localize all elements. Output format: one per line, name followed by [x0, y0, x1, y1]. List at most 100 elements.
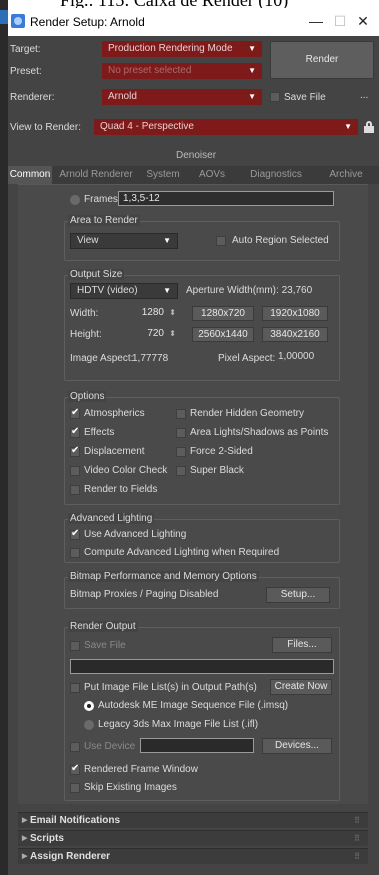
height-value: 720 [147, 328, 164, 339]
force-2-sided-label: Force 2-Sided [190, 446, 253, 457]
displacement-label: Displacement [84, 446, 145, 457]
preset-2560x1440-button[interactable]: 2560x1440 [192, 327, 254, 342]
rollout-label: Scripts [30, 833, 64, 844]
title-bar[interactable]: Render Setup: Arnold — ☐ ✕ [8, 8, 379, 36]
renderer-value: Arnold [108, 91, 137, 102]
renderer-dropdown[interactable]: Arnold ▼ [102, 89, 262, 105]
tab-arnold-renderer[interactable]: Arnold Renderer [54, 166, 138, 184]
rollout-assign-renderer[interactable]: ▶ Assign Renderer ⠿ [18, 848, 368, 864]
effects-label: Effects [84, 427, 115, 438]
output-size-dropdown[interactable]: HDTV (video) ▼ [70, 283, 178, 299]
use-advanced-lighting-checkbox[interactable] [70, 528, 80, 540]
super-black-label: Super Black [190, 465, 244, 476]
options-title: Options [68, 391, 107, 402]
device-field[interactable] [140, 738, 254, 753]
common-panel: Frames 1,3,5-12 Area to Render View ▼ Au… [18, 184, 368, 804]
target-dropdown[interactable]: Production Rendering Mode ▼ [102, 41, 262, 57]
effects-checkbox[interactable] [70, 426, 80, 438]
chevron-down-icon: ▼ [248, 66, 256, 75]
files-button[interactable]: Files... [272, 637, 332, 653]
super-black-checkbox[interactable] [176, 466, 186, 476]
tab-bar: Common Arnold Renderer System AOVs Diagn… [8, 166, 379, 184]
lock-icon[interactable] [364, 121, 374, 133]
put-image-list-label: Put Image File List(s) in Output Path(s) [84, 682, 257, 693]
chevron-down-icon: ▼ [248, 44, 256, 53]
tab-diagnostics[interactable]: Diagnostics [238, 166, 314, 184]
width-spinner[interactable]: 1280 ⬍ [118, 306, 180, 320]
rollout-scripts[interactable]: ▶ Scripts ⠿ [18, 830, 368, 846]
grip-icon: ⠿ [354, 852, 360, 861]
autodesk-me-label: Autodesk ME Image Sequence File (.imsq) [98, 700, 289, 711]
aperture-width: Aperture Width(mm): 23,760 [186, 285, 313, 296]
grip-icon: ⠿ [354, 816, 360, 825]
preset-1280x720-button[interactable]: 1280x720 [192, 306, 254, 321]
render-setup-app-icon [11, 14, 25, 28]
frames-radio[interactable] [70, 195, 80, 205]
maximize-button[interactable]: ☐ [328, 12, 352, 30]
close-button[interactable]: ✕ [351, 12, 375, 30]
spinner-arrows-icon[interactable]: ⬍ [169, 327, 176, 341]
chevron-down-icon: ▼ [248, 92, 256, 101]
width-value: 1280 [141, 307, 164, 318]
area-lights-points-label: Area Lights/Shadows as Points [190, 427, 329, 438]
auto-region-label: Auto Region Selected [232, 235, 329, 246]
area-dropdown[interactable]: View ▼ [70, 233, 178, 249]
bitmap-status: Bitmap Proxies / Paging Disabled [70, 589, 219, 600]
rendered-frame-window-checkbox[interactable] [70, 763, 80, 775]
advanced-lighting-title: Advanced Lighting [68, 513, 155, 524]
renderer-label: Renderer: [10, 92, 55, 103]
displacement-checkbox[interactable] [70, 445, 80, 457]
render-hidden-geometry-checkbox[interactable] [176, 409, 186, 419]
devices-button[interactable]: Devices... [262, 738, 332, 754]
render-button[interactable]: Render [270, 41, 374, 79]
skip-existing-images-checkbox[interactable] [70, 783, 80, 793]
render-hidden-geometry-label: Render Hidden Geometry [190, 408, 304, 419]
spinner-arrows-icon[interactable]: ⬍ [169, 306, 176, 320]
legacy-ifl-radio[interactable] [84, 720, 94, 730]
minimize-button[interactable]: — [304, 12, 328, 30]
pixel-aspect-value[interactable]: 1,00000 [278, 351, 314, 362]
area-lights-points-checkbox[interactable] [176, 428, 186, 438]
frames-input[interactable]: 1,3,5-12 [118, 191, 334, 206]
video-color-check-label: Video Color Check [84, 465, 168, 476]
height-spinner[interactable]: 720 ⬍ [118, 327, 180, 341]
rollout-email-notifications[interactable]: ▶ Email Notifications ⠿ [18, 812, 368, 828]
chevron-down-icon: ▼ [163, 236, 171, 245]
tab-archive[interactable]: Archive [316, 166, 376, 184]
force-2-sided-checkbox[interactable] [176, 447, 186, 457]
render-to-fields-checkbox[interactable] [70, 485, 80, 495]
atmospherics-checkbox[interactable] [70, 407, 80, 419]
tab-system[interactable]: System [140, 166, 186, 184]
chevron-down-icon: ▼ [163, 286, 171, 295]
preset-dropdown[interactable]: No preset selected ▼ [102, 63, 262, 79]
skip-existing-images-label: Skip Existing Images [84, 782, 177, 793]
view-to-render-dropdown[interactable]: Quad 4 - Perspective ▼ [94, 119, 358, 135]
preset-label: Preset: [10, 66, 42, 77]
more-options-button[interactable]: ... [360, 90, 368, 101]
legacy-ifl-label: Legacy 3ds Max Image File List (.ifl) [98, 719, 259, 730]
width-label: Width: [70, 308, 99, 319]
preset-3840x2160-button[interactable]: 3840x2160 [262, 327, 328, 342]
tab-aovs[interactable]: AOVs [190, 166, 234, 184]
compute-advanced-lighting-checkbox[interactable] [70, 548, 80, 558]
preset-1920x1080-button[interactable]: 1920x1080 [262, 306, 328, 321]
create-now-button[interactable]: Create Now [270, 679, 332, 695]
bitmap-setup-button[interactable]: Setup... [266, 587, 330, 603]
window-title: Render Setup: Arnold [30, 15, 145, 29]
target-value: Production Rendering Mode [108, 43, 233, 54]
put-image-list-checkbox[interactable] [70, 683, 80, 693]
rendered-frame-window-label: Rendered Frame Window [84, 764, 198, 775]
background-app-icon [0, 10, 8, 24]
auto-region-checkbox[interactable] [216, 236, 226, 246]
autodesk-me-radio[interactable] [84, 701, 94, 711]
output-save-file-label: Save File [84, 640, 126, 651]
output-save-file-checkbox[interactable] [70, 641, 80, 651]
image-aspect-value[interactable]: 1,77778 [132, 353, 168, 364]
save-file-checkbox[interactable] [270, 92, 280, 102]
output-path-field[interactable] [70, 659, 334, 674]
image-aspect-label: Image Aspect: [70, 353, 134, 364]
tab-common[interactable]: Common [8, 166, 52, 184]
frames-label: Frames [84, 194, 118, 205]
video-color-check-checkbox[interactable] [70, 466, 80, 476]
use-device-checkbox[interactable] [70, 742, 80, 752]
